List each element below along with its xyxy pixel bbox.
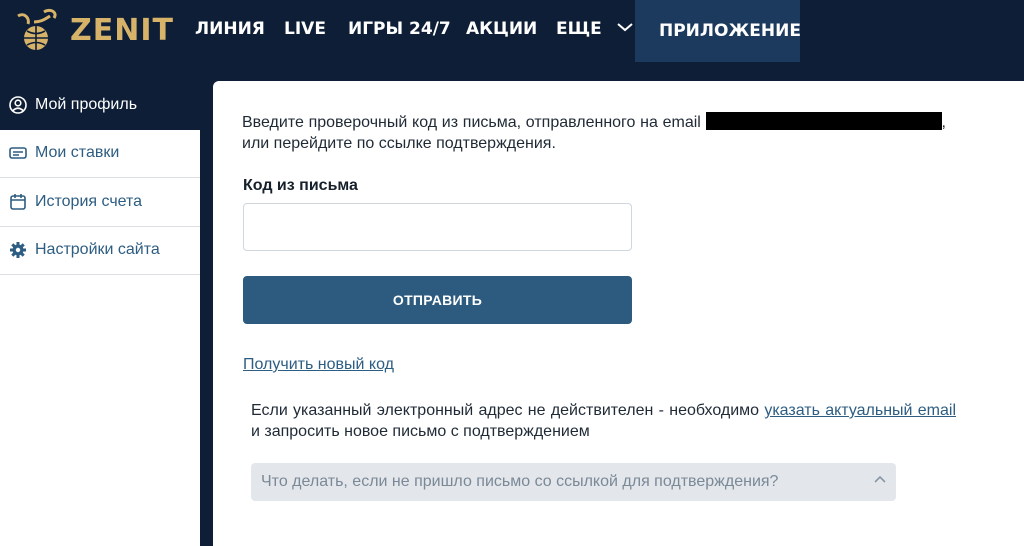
sidebar-item-label: История счета	[35, 192, 143, 210]
ticket-icon	[9, 144, 27, 162]
zenit-logo[interactable]: ZENIT	[14, 5, 174, 55]
brand-name: ZENIT	[70, 12, 174, 48]
code-field-label: Код из письма	[243, 177, 358, 194]
nav-app-button[interactable]: ПРИЛОЖЕНИЕ	[635, 0, 801, 62]
faq-accordion[interactable]: Что делать, если не пришло письмо со ссы…	[251, 463, 896, 501]
calendar-icon	[9, 193, 27, 211]
update-email-link[interactable]: указать актуальный email	[764, 402, 956, 419]
nav-promo[interactable]: АКЦИИ	[466, 19, 537, 39]
top-header: ZENIT ЛИНИЯ LIVE ИГРЫ 24/7 АКЦИИ ЕЩЕ ПРИ…	[0, 0, 1024, 62]
intro-text: Введите проверочный код из письма, отпра…	[242, 112, 946, 154]
profile-sidebar: Мой профиль Мои ставки История счета Нас…	[0, 81, 200, 546]
email-confirmation-panel: Введите проверочный код из письма, отпра…	[213, 81, 1024, 546]
redacted-email	[705, 112, 942, 130]
sidebar-item-profile[interactable]: Мой профиль	[0, 81, 200, 130]
code-input[interactable]	[243, 203, 632, 251]
info-text-start: Если указанный электронный адрес не дейс…	[251, 402, 765, 419]
nav-games[interactable]: ИГРЫ 24/7	[348, 19, 451, 39]
chevron-down-icon	[617, 23, 633, 32]
faq-question: Что делать, если не пришло письмо со ссы…	[261, 473, 779, 490]
sidebar-item-label: Настройки сайта	[35, 241, 160, 259]
chevron-up-icon	[874, 475, 886, 483]
sidebar-item-bets[interactable]: Мои ставки	[0, 130, 200, 178]
zenit-emblem-icon	[17, 8, 57, 50]
gear-icon	[9, 241, 27, 259]
nav-more[interactable]: ЕЩЕ	[556, 19, 634, 39]
user-circle-icon	[9, 96, 27, 115]
nav-line[interactable]: ЛИНИЯ	[195, 19, 265, 39]
sidebar-item-label: Мои ставки	[35, 144, 120, 162]
info-text-end: и запросить новое письмо с подтверждение…	[251, 423, 590, 440]
sidebar-item-history[interactable]: История счета	[0, 178, 200, 227]
nav-app-label: ПРИЛОЖЕНИЕ	[659, 21, 801, 41]
nav-more-label: ЕЩЕ	[556, 19, 602, 39]
intro-text-start: Введите проверочный код из письма, отпра…	[242, 114, 701, 131]
invalid-email-info: Если указанный электронный адрес не дейс…	[251, 400, 956, 442]
sidebar-item-label: Мой профиль	[35, 96, 138, 114]
nav-live[interactable]: LIVE	[284, 19, 326, 39]
get-new-code-link[interactable]: Получить новый код	[243, 356, 394, 374]
sidebar-item-settings[interactable]: Настройки сайта	[0, 227, 200, 275]
submit-button[interactable]: ОТПРАВИТЬ	[243, 276, 632, 324]
